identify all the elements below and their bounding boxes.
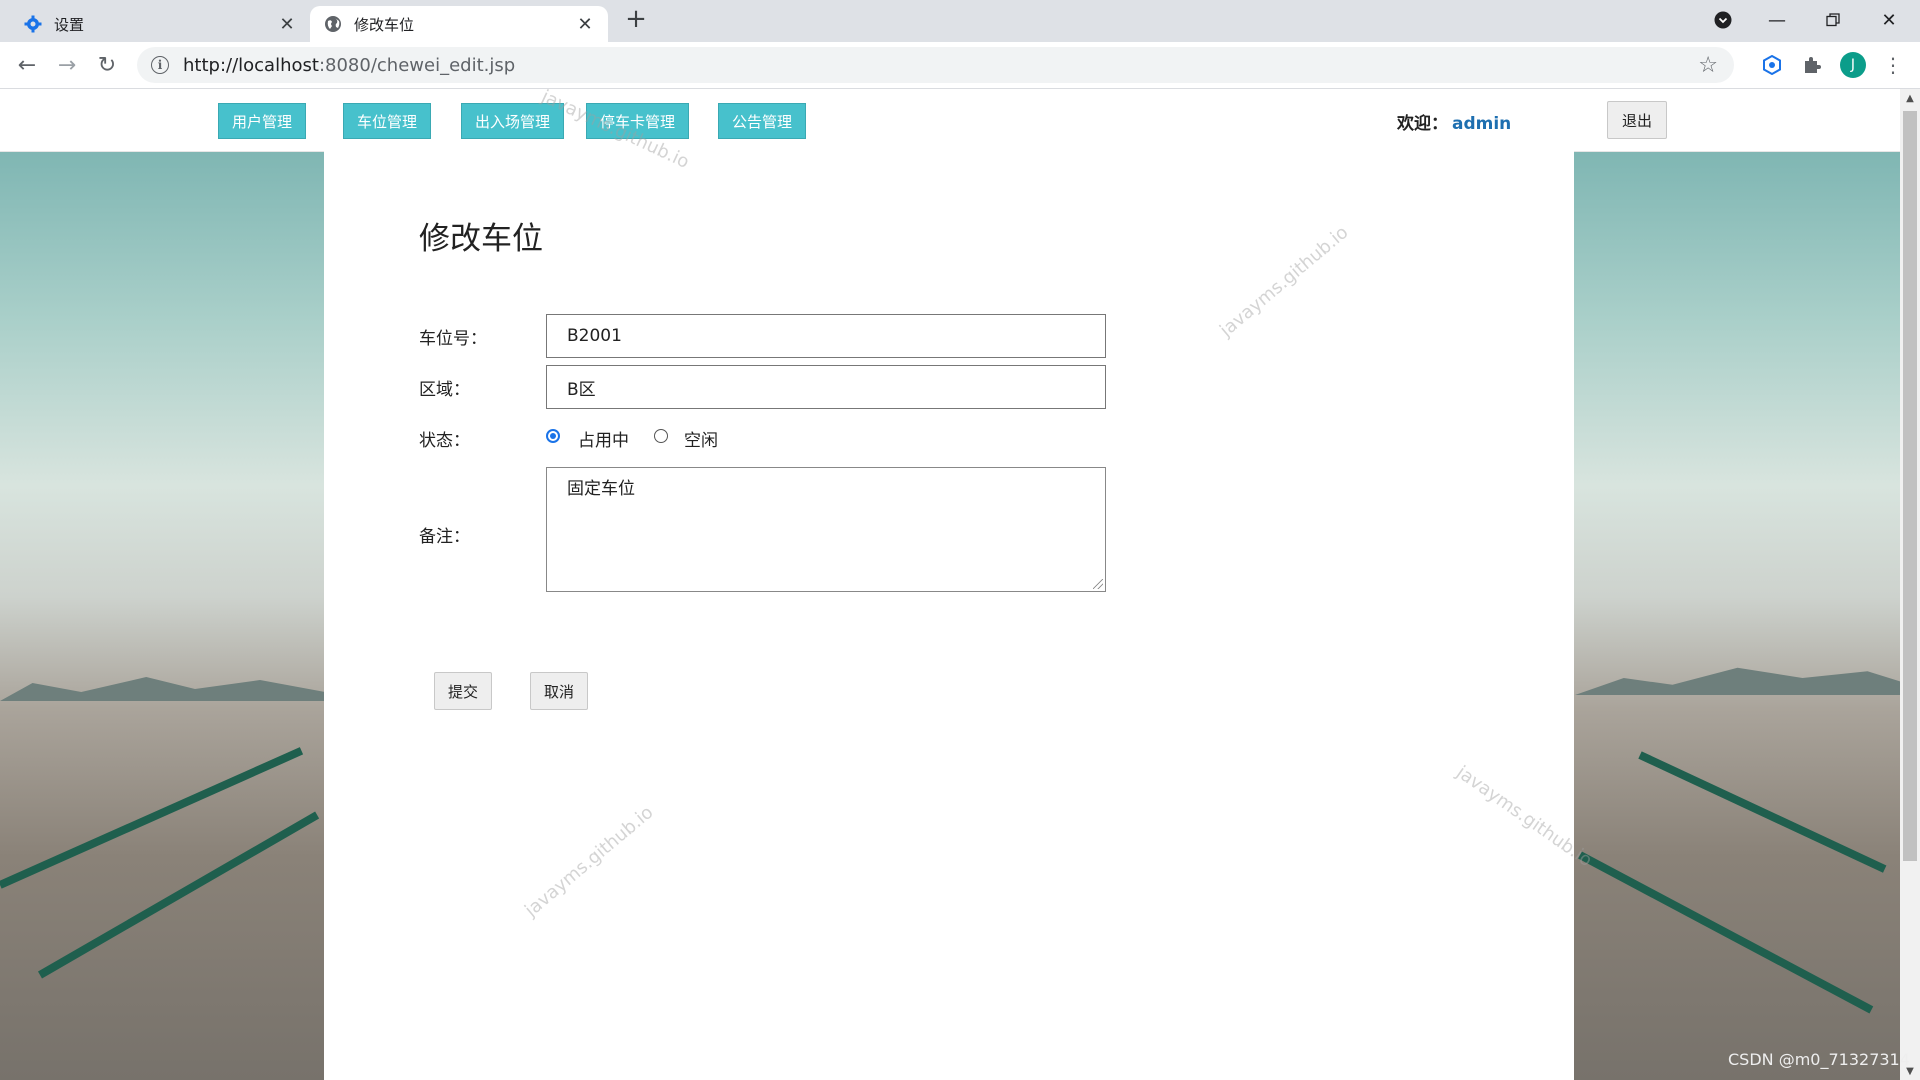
puzzle-icon[interactable]	[1799, 52, 1825, 78]
submit-button[interactable]: 提交	[434, 672, 492, 710]
page-title: 修改车位	[419, 221, 543, 257]
browser-toolbar: ← → ↻ i http://localhost:8080/chewei_edi…	[0, 42, 1920, 89]
watermark: javayms.github.io	[521, 801, 658, 922]
restore-icon	[1826, 13, 1840, 27]
forward-button[interactable]: →	[52, 50, 82, 80]
tab-edit-space[interactable]: 修改车位 ✕	[310, 6, 608, 42]
url-text: http://localhost:8080/chewei_edit.jsp	[183, 54, 516, 76]
scroll-thumb[interactable]	[1903, 111, 1917, 861]
menu-notice-management[interactable]: 公告管理	[718, 103, 806, 139]
parking-line	[1638, 751, 1887, 873]
new-tab-button[interactable]: +	[622, 6, 650, 34]
status-option-free[interactable]: 空闲	[684, 426, 718, 451]
globe-icon	[324, 15, 342, 33]
close-window-button[interactable]: ✕	[1866, 0, 1912, 40]
username: admin	[1452, 114, 1512, 134]
welcome-label: 欢迎：	[1397, 114, 1448, 134]
web-page: 用户管理 车位管理 出入场管理 停车卡管理 公告管理 欢迎： admin 退出 修…	[0, 89, 1900, 1080]
parking-line	[38, 811, 320, 979]
info-icon[interactable]: i	[151, 56, 169, 74]
remark-text: 固定车位	[567, 479, 635, 499]
reload-button[interactable]: ↻	[92, 50, 122, 80]
minimize-button[interactable]: —	[1754, 0, 1800, 40]
space-no-input[interactable]: B2001	[546, 314, 1106, 358]
parking-line	[0, 747, 304, 889]
menu-user-management[interactable]: 用户管理	[218, 103, 306, 139]
browser-tab-strip: 设置 ✕ 修改车位 ✕ + — ✕	[0, 0, 1920, 42]
resize-handle-icon[interactable]	[1093, 579, 1103, 589]
bookmark-star-icon[interactable]: ☆	[1698, 53, 1718, 78]
extension-hexagon-icon[interactable]	[1759, 52, 1785, 78]
background-hills	[1575, 667, 1900, 695]
status-label: 状态：	[419, 431, 470, 451]
space-no-label: 车位号：	[419, 329, 487, 349]
address-bar[interactable]: i http://localhost:8080/chewei_edit.jsp …	[137, 47, 1734, 83]
parking-line	[1578, 851, 1874, 1014]
logout-button[interactable]: 退出	[1607, 101, 1667, 139]
background-hills	[0, 677, 325, 701]
remark-textarea[interactable]: 固定车位	[546, 467, 1106, 592]
tab-search-button[interactable]	[1700, 0, 1746, 40]
status-radio-occupied[interactable]	[546, 429, 560, 443]
chevron-down-icon	[1714, 11, 1732, 29]
edit-form-panel: 修改车位 车位号： B2001 区域： B区 状态： 占用中 空闲 备注： 固定…	[324, 151, 1596, 1080]
gear-icon	[24, 15, 42, 33]
kebab-menu-icon[interactable]: ⋮	[1880, 52, 1906, 78]
close-icon[interactable]: ✕	[576, 14, 594, 35]
tab-label: 修改车位	[354, 15, 415, 34]
cancel-button[interactable]: 取消	[530, 672, 588, 710]
page-scrollbar[interactable]: ▲ ▼	[1900, 89, 1920, 1080]
restore-button[interactable]	[1810, 0, 1856, 40]
menu-space-management[interactable]: 车位管理	[343, 103, 431, 139]
scroll-up-icon[interactable]: ▲	[1900, 89, 1920, 107]
welcome-text: 欢迎： admin	[1397, 109, 1511, 134]
tab-settings[interactable]: 设置 ✕	[10, 6, 310, 42]
top-navbar: 用户管理 车位管理 出入场管理 停车卡管理 公告管理 欢迎： admin 退出	[0, 89, 1900, 152]
back-button[interactable]: ←	[12, 50, 42, 80]
profile-avatar[interactable]: J	[1840, 52, 1866, 78]
watermark: javayms.github.io	[1216, 221, 1353, 342]
area-label: 区域：	[419, 380, 470, 400]
csdn-credit: CSDN @m0_71327314	[1728, 1050, 1910, 1069]
status-radio-free[interactable]	[654, 429, 668, 443]
remark-label: 备注：	[419, 527, 470, 547]
status-option-occupied[interactable]: 占用中	[578, 426, 629, 451]
area-input[interactable]: B区	[546, 365, 1106, 409]
tab-label: 设置	[54, 15, 85, 34]
close-icon[interactable]: ✕	[278, 14, 296, 35]
